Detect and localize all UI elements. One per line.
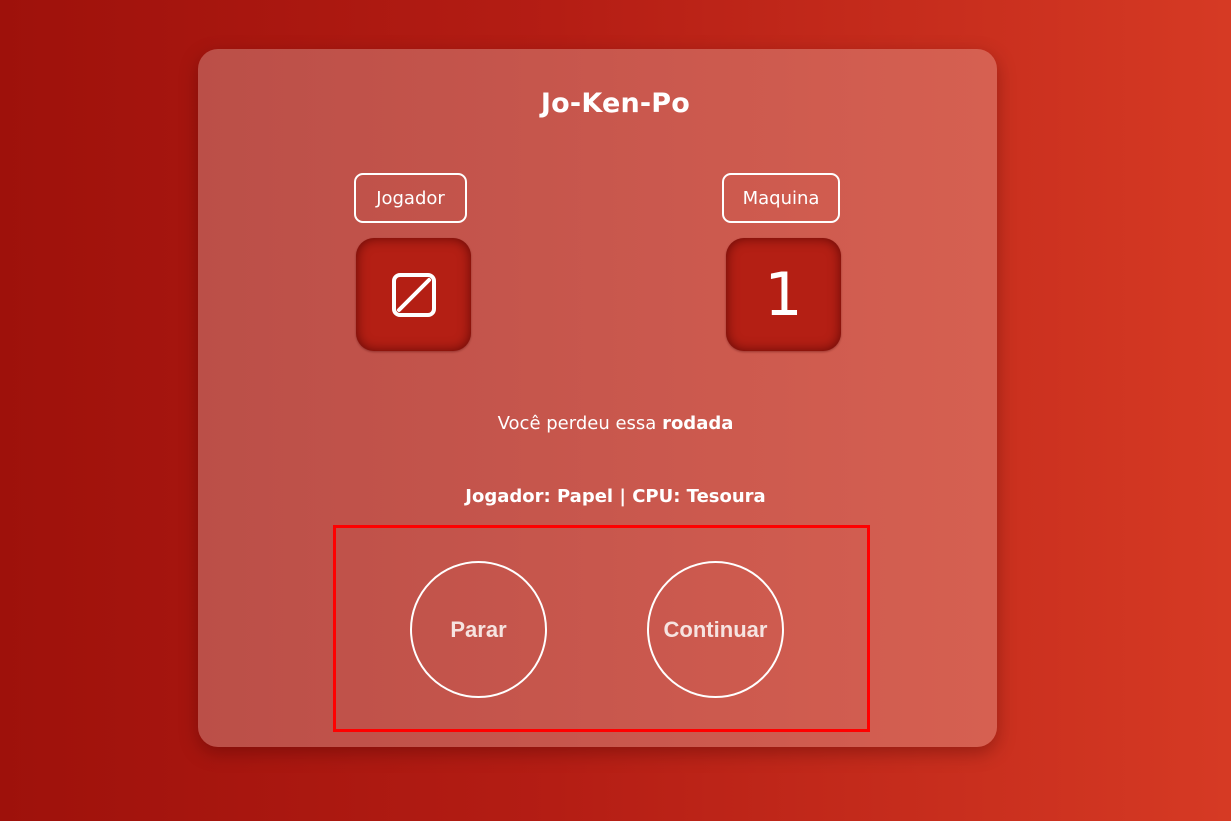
game-title: Jo-Ken-Po bbox=[540, 88, 691, 119]
cpu-choice-box: 1 bbox=[726, 238, 841, 351]
round-result-text: Você perdeu essa bbox=[497, 413, 657, 434]
player-choice-box bbox=[356, 238, 471, 351]
empty-set-icon bbox=[391, 272, 436, 317]
round-result-emphasis: rodada bbox=[662, 413, 734, 434]
stop-button[interactable]: Parar bbox=[410, 561, 547, 698]
round-result: Você perdeu essa rodada bbox=[0, 413, 1231, 434]
cpu-label: Maquina bbox=[722, 173, 840, 223]
cpu-choice-value: 1 bbox=[764, 259, 803, 330]
player-label: Jogador bbox=[354, 173, 467, 223]
choices-summary: Jogador: Papel | CPU: Tesoura bbox=[465, 486, 766, 507]
continue-button[interactable]: Continuar bbox=[647, 561, 784, 698]
